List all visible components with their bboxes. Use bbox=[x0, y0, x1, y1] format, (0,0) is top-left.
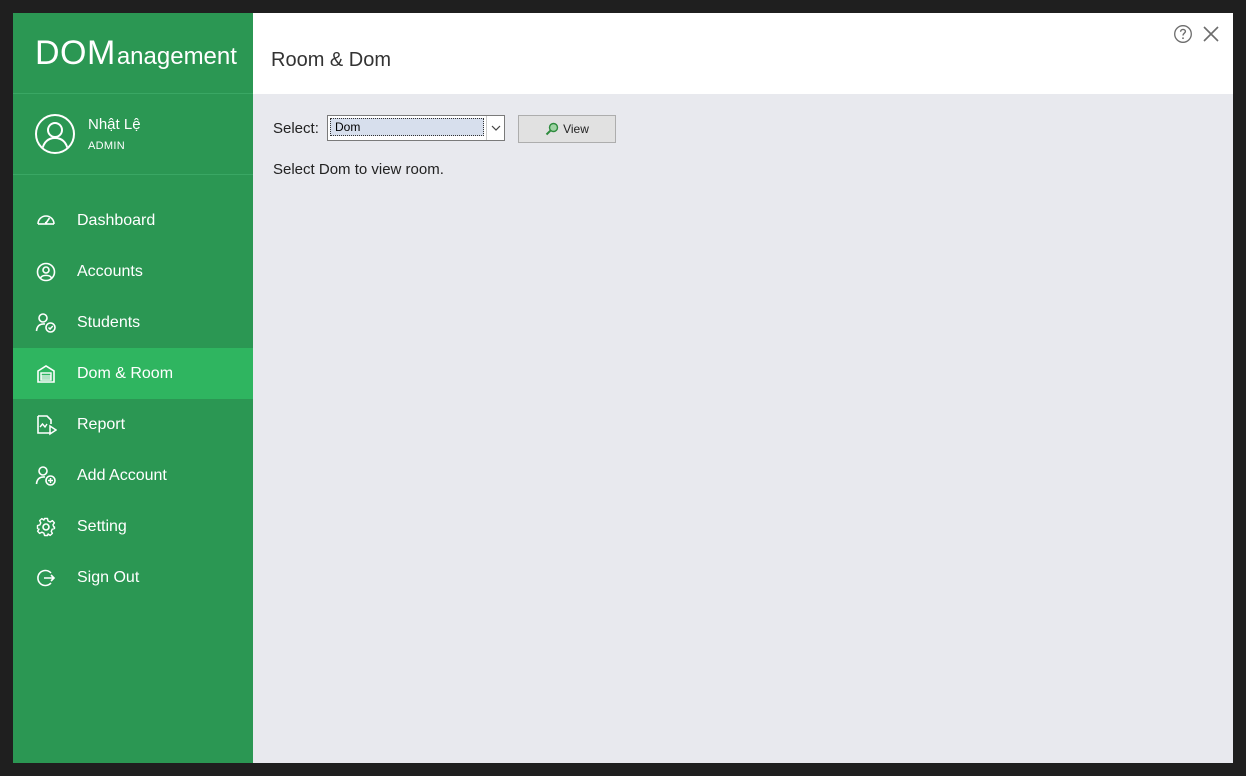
search-icon bbox=[545, 122, 559, 136]
user-name: Nhật Lệ bbox=[88, 116, 141, 133]
gear-icon bbox=[35, 516, 57, 538]
logo-text-big: DOM bbox=[35, 33, 116, 72]
account-icon bbox=[35, 261, 57, 283]
dom-select-value: Dom bbox=[330, 118, 484, 136]
app-logo: DOM anagement bbox=[13, 13, 253, 94]
user-panel: Nhật Lệ ADMIN bbox=[13, 94, 253, 175]
sidebar-item-report[interactable]: Report bbox=[13, 399, 253, 450]
view-button[interactable]: View bbox=[518, 115, 616, 143]
select-label: Select: bbox=[273, 120, 319, 137]
sidebar-item-dom-room[interactable]: Dom & Room bbox=[13, 348, 253, 399]
main-panel: Room & Dom Select: Dom View Select Dom t… bbox=[253, 13, 1233, 763]
app-window: DOM anagement Nhật Lệ ADMIN Dashboard Ac… bbox=[13, 13, 1233, 763]
dashboard-icon bbox=[35, 210, 57, 232]
sidebar-nav: Dashboard Accounts Students Dom & Room R… bbox=[13, 195, 253, 603]
logo-text-small: anagement bbox=[116, 43, 237, 70]
sidebar-item-label: Dom & Room bbox=[77, 364, 174, 382]
user-role: ADMIN bbox=[88, 140, 125, 152]
student-icon bbox=[35, 312, 57, 334]
add-user-icon bbox=[35, 465, 57, 487]
hint-text: Select Dom to view room. bbox=[273, 161, 444, 178]
sidebar-item-label: Accounts bbox=[77, 262, 143, 280]
help-icon[interactable] bbox=[1173, 24, 1193, 49]
dom-select[interactable]: Dom bbox=[327, 115, 505, 141]
sidebar-item-label: Dashboard bbox=[77, 211, 156, 229]
sidebar-item-label: Setting bbox=[77, 517, 127, 535]
report-icon bbox=[35, 414, 57, 436]
content-area: Select: Dom View Select Dom to view room… bbox=[253, 94, 1233, 763]
view-button-label: View bbox=[563, 122, 589, 136]
sidebar-item-label: Report bbox=[77, 415, 126, 433]
avatar bbox=[35, 114, 75, 154]
page-header: Room & Dom bbox=[253, 13, 1233, 94]
sign-out-icon bbox=[35, 567, 57, 589]
sidebar-item-label: Students bbox=[77, 313, 141, 331]
sidebar-item-dashboard[interactable]: Dashboard bbox=[13, 195, 253, 246]
page-title: Room & Dom bbox=[271, 49, 392, 71]
building-icon bbox=[35, 363, 57, 385]
sidebar-item-students[interactable]: Students bbox=[13, 297, 253, 348]
sidebar-item-label: Add Account bbox=[77, 466, 167, 484]
sidebar-item-setting[interactable]: Setting bbox=[13, 501, 253, 552]
close-icon[interactable] bbox=[1201, 24, 1221, 49]
sidebar-item-add-account[interactable]: Add Account bbox=[13, 450, 253, 501]
sidebar-item-label: Sign Out bbox=[77, 568, 140, 586]
sidebar-item-sign-out[interactable]: Sign Out bbox=[13, 552, 253, 603]
sidebar: DOM anagement Nhật Lệ ADMIN Dashboard Ac… bbox=[13, 13, 253, 763]
sidebar-item-accounts[interactable]: Accounts bbox=[13, 246, 253, 297]
chevron-down-icon[interactable] bbox=[486, 116, 504, 140]
